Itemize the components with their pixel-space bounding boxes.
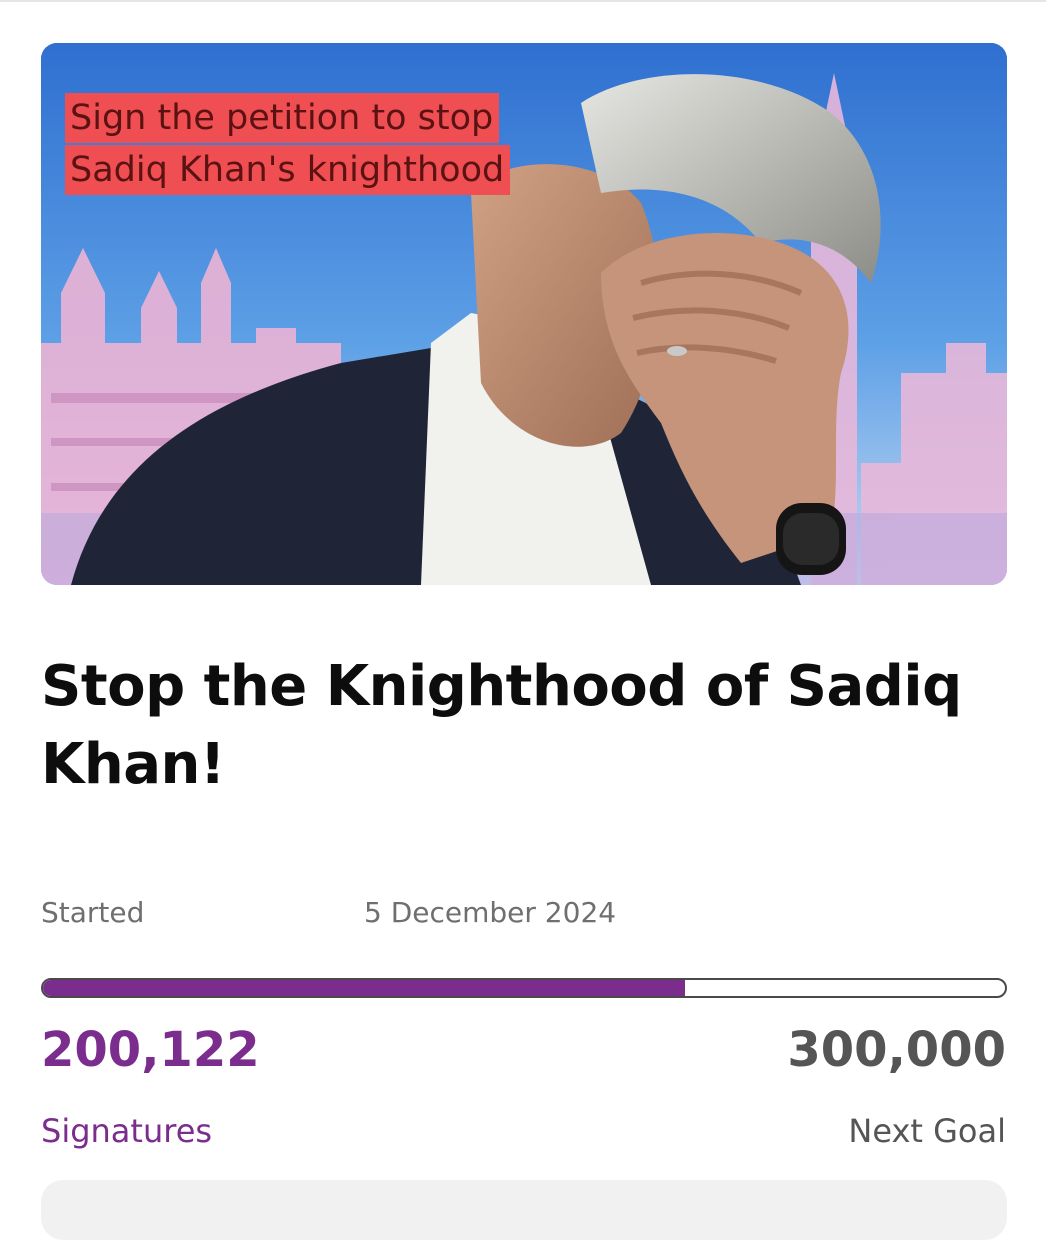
hero-caption: Sign the petition to stop Sadiq Khan's k… <box>65 93 511 197</box>
caption-line-2: Sadiq Khan's knighthood <box>65 145 511 195</box>
signature-progress-bar <box>41 978 1007 998</box>
next-section-card <box>41 1180 1007 1240</box>
next-goal-label: Next Goal <box>848 1112 1006 1150</box>
petition-hero-image[interactable]: Sign the petition to stop Sadiq Khan's k… <box>41 43 1007 585</box>
goal-count: 300,000 <box>787 1022 1006 1078</box>
started-label: Started <box>41 896 145 929</box>
progress-fill <box>43 980 685 996</box>
top-divider <box>0 0 1046 2</box>
signatures-label: Signatures <box>41 1112 213 1150</box>
signature-count: 200,122 <box>41 1022 260 1078</box>
petition-title: Stop the Knighthood of Sadiq Khan! <box>41 654 962 797</box>
caption-line-1: Sign the petition to stop <box>65 93 500 143</box>
started-date: 5 December 2024 <box>364 896 617 929</box>
